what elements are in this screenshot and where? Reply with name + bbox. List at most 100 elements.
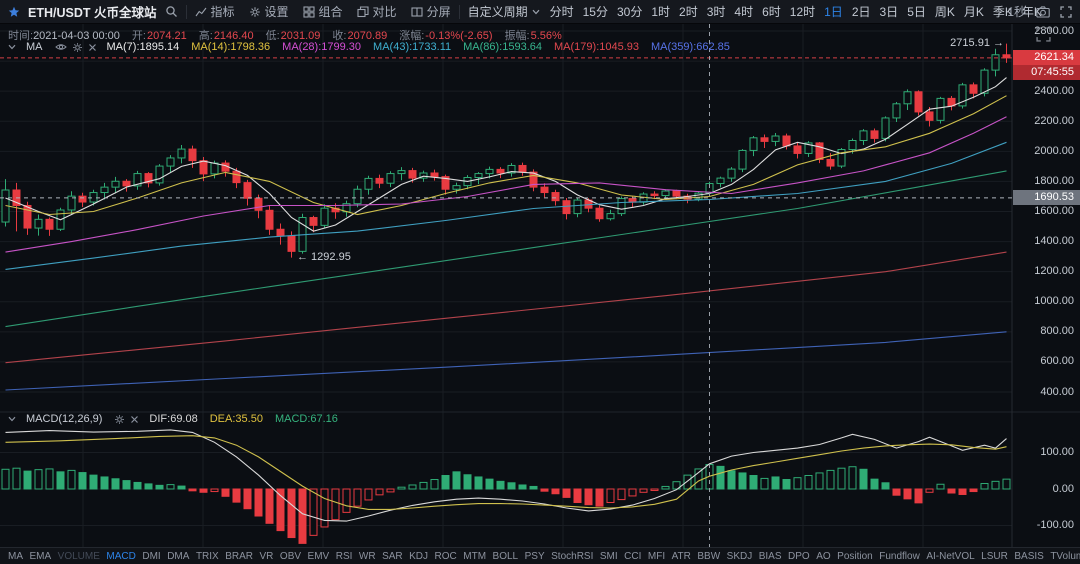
- indicator-tab-Fundflow[interactable]: Fundflow: [879, 551, 920, 562]
- macd-hist-bar[interactable]: [243, 488, 252, 510]
- macd-hist-bar[interactable]: [485, 478, 494, 490]
- indicator-tab-Position[interactable]: Position: [837, 551, 873, 562]
- macd-hist-bar[interactable]: [320, 488, 329, 528]
- macd-hist-bar[interactable]: [1002, 478, 1011, 490]
- macd-hist-bar[interactable]: [881, 482, 890, 490]
- indicator-tab-WR[interactable]: WR: [359, 551, 376, 562]
- candle-body[interactable]: [848, 140, 857, 151]
- macd-hist-bar[interactable]: [78, 472, 87, 490]
- macd-hist-bar[interactable]: [584, 488, 593, 506]
- macd-hist-bar[interactable]: [430, 479, 439, 490]
- macd-hist-bar[interactable]: [760, 477, 769, 490]
- indicator-tab-VR[interactable]: VR: [260, 551, 274, 562]
- pane-restore-icon[interactable]: [1036, 27, 1051, 42]
- macd-hist-bar[interactable]: [331, 488, 340, 521]
- fullscreen-icon[interactable]: [1060, 5, 1072, 18]
- macd-hist-bar[interactable]: [188, 488, 197, 492]
- candle-body[interactable]: [34, 218, 43, 229]
- period-option-7[interactable]: 6时: [762, 3, 781, 20]
- macd-hist-bar[interactable]: [441, 474, 450, 490]
- macd-hist-bar[interactable]: [518, 484, 527, 490]
- candle-body[interactable]: [826, 158, 835, 167]
- macd-hist-bar[interactable]: [639, 488, 648, 493]
- period-option-10[interactable]: 2日: [852, 3, 871, 20]
- candle-body[interactable]: [606, 213, 615, 220]
- candle-body[interactable]: [925, 111, 934, 121]
- macd-hist-bar[interactable]: [650, 488, 659, 491]
- macd-hist-bar[interactable]: [452, 471, 461, 490]
- indicator-tab-MACD[interactable]: MACD: [106, 551, 135, 562]
- macd-hist-bar[interactable]: [859, 468, 868, 490]
- macd-hist-bar[interactable]: [804, 474, 813, 490]
- search-icon[interactable]: [165, 5, 178, 18]
- period-option-4[interactable]: 2时: [679, 3, 698, 20]
- candle-body[interactable]: [122, 180, 131, 187]
- candle-body[interactable]: [243, 182, 252, 199]
- macd-hist-bar[interactable]: [947, 488, 956, 494]
- candle-body[interactable]: [386, 173, 395, 184]
- macd-hist-bar[interactable]: [144, 483, 153, 490]
- macd-hist-bar[interactable]: [573, 488, 582, 504]
- refresh-interval-label[interactable]: 1秒: [1007, 3, 1026, 20]
- candle-body[interactable]: [672, 190, 681, 197]
- candle-body[interactable]: [210, 162, 219, 175]
- candle-body[interactable]: [903, 91, 912, 105]
- candle-body[interactable]: [562, 200, 571, 215]
- macd-hist-bar[interactable]: [716, 465, 725, 490]
- macd-hist-bar[interactable]: [56, 471, 65, 490]
- indicator-tab-DMI[interactable]: DMI: [142, 551, 160, 562]
- macd-hist-bar[interactable]: [661, 485, 670, 490]
- macd-hist-bar[interactable]: [991, 480, 1000, 490]
- topbar-menu-compare[interactable]: 对比: [356, 3, 397, 20]
- candle-body[interactable]: [78, 195, 87, 203]
- macd-hist-bar[interactable]: [100, 476, 109, 490]
- indicator-tab-OBV[interactable]: OBV: [280, 551, 301, 562]
- macd-hist-bar[interactable]: [254, 488, 263, 517]
- macd-hist-bar[interactable]: [45, 468, 54, 490]
- candle-body[interactable]: [793, 145, 802, 154]
- candle-body[interactable]: [727, 168, 736, 179]
- candle-body[interactable]: [760, 137, 769, 142]
- candle-body[interactable]: [265, 209, 274, 230]
- indicator-tab-ROC[interactable]: ROC: [435, 551, 457, 562]
- macd-hist-bar[interactable]: [826, 469, 835, 490]
- macd-hist-bar[interactable]: [210, 488, 219, 493]
- macd-hist-bar[interactable]: [617, 488, 626, 501]
- macd-hist-bar[interactable]: [936, 483, 945, 490]
- candle-body[interactable]: [364, 177, 373, 190]
- candle-body[interactable]: [353, 188, 362, 205]
- candle-body[interactable]: [716, 177, 725, 185]
- candle-body[interactable]: [199, 160, 208, 175]
- candle-body[interactable]: [309, 217, 318, 226]
- macd-hist-bar[interactable]: [89, 474, 98, 490]
- macd-hist-bar[interactable]: [727, 470, 736, 490]
- period-option-13[interactable]: 周K: [935, 3, 955, 20]
- indicator-tab-CCI[interactable]: CCI: [624, 551, 641, 562]
- candle-body[interactable]: [782, 135, 791, 147]
- period-option-0[interactable]: 分时: [550, 3, 574, 20]
- candle-body[interactable]: [232, 170, 241, 184]
- indicator-tab-SAR[interactable]: SAR: [382, 551, 403, 562]
- macd-hist-bar[interactable]: [419, 481, 428, 490]
- macd-hist-bar[interactable]: [309, 488, 318, 536]
- macd-hist-bar[interactable]: [606, 488, 615, 504]
- close-icon[interactable]: [130, 415, 139, 424]
- candle-body[interactable]: [859, 130, 868, 142]
- macd-hist-bar[interactable]: [221, 488, 230, 497]
- macd-hist-bar[interactable]: [551, 488, 560, 495]
- candle-body[interactable]: [595, 207, 604, 220]
- indicator-tab-DPO[interactable]: DPO: [788, 551, 810, 562]
- candle-body[interactable]: [474, 173, 483, 179]
- macd-hist-bar[interactable]: [738, 472, 747, 490]
- topbar-menu-split[interactable]: 分屏: [411, 3, 451, 20]
- candle-body[interactable]: [287, 235, 296, 252]
- candle-body[interactable]: [892, 103, 901, 119]
- indicator-tab-SKDJ[interactable]: SKDJ: [727, 551, 753, 562]
- period-option-9[interactable]: 1日: [824, 3, 843, 20]
- macd-hist-bar[interactable]: [298, 488, 307, 544]
- indicator-tab-RSI[interactable]: RSI: [336, 551, 353, 562]
- macd-hist-bar[interactable]: [111, 478, 120, 490]
- macd-hist-bar[interactable]: [177, 485, 186, 490]
- candle-body[interactable]: [485, 168, 494, 175]
- macd-hist-bar[interactable]: [67, 469, 76, 490]
